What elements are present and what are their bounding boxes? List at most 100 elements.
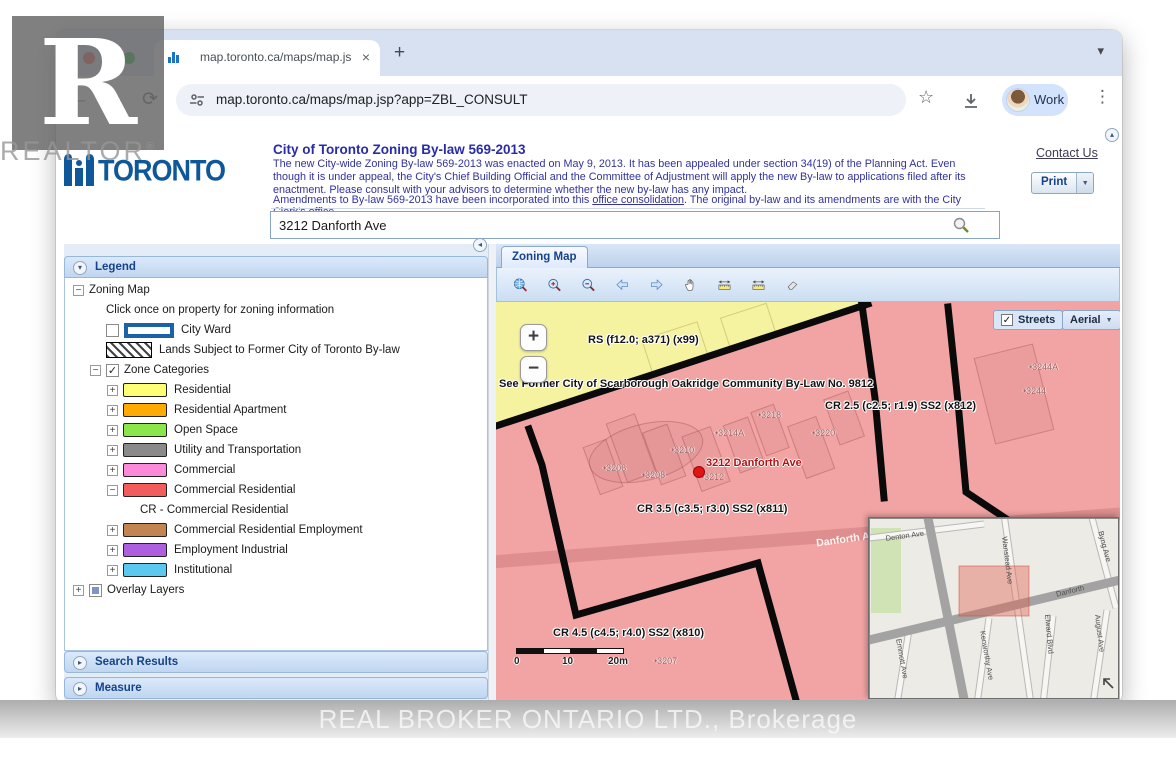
tree-item-open-space[interactable]: +Open Space <box>65 420 487 440</box>
layer-checkbox[interactable] <box>89 584 102 597</box>
map-canvas[interactable]: RS (f12.0; a371) (x99)See Former City of… <box>496 302 1120 700</box>
browser-tab-strip: map.toronto.ca/maps/map.jsp × + ▾ <box>56 30 1122 76</box>
tree-item-label: Utility and Transportation <box>174 444 301 456</box>
print-button[interactable]: Print ▼ <box>1031 172 1094 194</box>
tree-item-commercial-residential-employment[interactable]: +Commercial Residential Employment <box>65 520 487 540</box>
overview-inset-map[interactable]: Denton AveWanstead AveByng AveDanforthAu… <box>868 517 1119 699</box>
panel-expand-icon[interactable]: ▸ <box>73 656 87 670</box>
layer-checkbox[interactable]: ✓ <box>106 364 119 377</box>
previous-extent-button[interactable] <box>609 271 636 298</box>
search-input[interactable] <box>270 211 1000 239</box>
search-icon[interactable] <box>952 216 970 239</box>
profile-chip[interactable]: Work <box>1002 84 1068 116</box>
zone-label: CR 3.5 (c3.5; r3.0) SS2 (x811) <box>637 503 787 515</box>
browser-tab[interactable]: map.toronto.ca/maps/map.jsp × <box>154 40 380 76</box>
tree-item-employment-industrial[interactable]: +Employment Industrial <box>65 540 487 560</box>
streets-checkbox[interactable]: ✓ <box>1001 314 1013 326</box>
tree-item-label: Commercial Residential <box>174 484 295 496</box>
zoom-in-button[interactable] <box>541 271 568 298</box>
tree-item-label: Click once on property for zoning inform… <box>106 304 334 316</box>
parcel-label-3207: •3207 <box>654 656 677 666</box>
contact-us-link[interactable]: Contact Us <box>1036 146 1098 160</box>
next-extent-icon <box>649 273 664 297</box>
legend-collapse-icon[interactable]: ▾ <box>73 261 87 275</box>
inset-resize-icon[interactable] <box>1101 676 1115 695</box>
zone-color-swatch <box>123 523 167 537</box>
tree-item-commercial-residential[interactable]: − Commercial Residential <box>65 480 487 500</box>
tree-item-city-ward[interactable]: City Ward <box>65 320 487 340</box>
expand-node-icon[interactable]: + <box>107 545 118 556</box>
collapse-sidebar-button[interactable]: ◂ <box>473 238 487 252</box>
streets-toggle[interactable]: ✓ Streets <box>993 310 1063 330</box>
tab-zoning-map[interactable]: Zoning Map <box>501 246 588 268</box>
aerial-dropdown[interactable]: Aerial ▼ <box>1062 310 1120 330</box>
tree-item-label: Commercial <box>174 464 235 476</box>
new-tab-button[interactable]: + <box>394 42 405 64</box>
zone-color-swatch <box>123 403 167 417</box>
map-zoom-out-button[interactable]: − <box>520 356 547 383</box>
tree-item-cr-commercial-residential[interactable]: CR - Commercial Residential <box>65 500 487 520</box>
bookmark-star-icon[interactable]: ☆ <box>918 87 934 108</box>
tab-search-chevron-icon[interactable]: ▾ <box>1097 43 1104 59</box>
realtor-r-glyph: R <box>39 24 137 142</box>
expand-node-icon[interactable]: + <box>107 445 118 456</box>
expand-node-icon[interactable]: + <box>73 585 84 596</box>
clear-graphics-button[interactable] <box>779 271 806 298</box>
expand-node-icon[interactable]: + <box>107 425 118 436</box>
tree-item-click-once-on-property-for-zoning-information[interactable]: Click once on property for zoning inform… <box>65 300 487 320</box>
brokerage-text: REAL BROKER ONTARIO LTD., Brokerage <box>319 704 858 735</box>
amendments-prefix: Amendments to By-law 569-2013 have been … <box>273 194 592 206</box>
expand-node-icon[interactable]: + <box>107 405 118 416</box>
browser-toolbar: ← → ⟳ map.toronto.ca/maps/map.jsp?app=ZB… <box>56 76 1122 124</box>
panel-header-measure[interactable]: ▸Measure <box>64 677 488 699</box>
expand-node-icon[interactable]: + <box>107 465 118 476</box>
aerial-label: Aerial <box>1070 314 1101 326</box>
site-settings-icon[interactable] <box>188 91 206 114</box>
zone-label: See Former City of Scarborough Oakridge … <box>499 378 873 390</box>
tree-item-utility-and-transportation[interactable]: + Utility and Transportation <box>65 440 487 460</box>
zoom-out-button[interactable] <box>575 271 602 298</box>
tree-item-overlay-layers[interactable]: +Overlay Layers <box>65 580 487 600</box>
measure-area-button[interactable] <box>745 271 772 298</box>
tree-item-institutional[interactable]: + Institutional <box>65 560 487 580</box>
clear-graphics-icon <box>785 273 800 297</box>
measure-distance-button[interactable] <box>711 271 738 298</box>
panel-header-search-results[interactable]: ▸Search Results <box>64 651 488 673</box>
browser-menu-icon[interactable]: ⋮ <box>1094 87 1111 107</box>
tree-item-lands-subject-to-former-city-of-toronto-by-law[interactable]: Lands Subject to Former City of Toronto … <box>65 340 487 360</box>
expand-node-icon[interactable]: + <box>107 385 118 396</box>
tree-item-label: City Ward <box>181 324 231 336</box>
tree-item-residential-apartment[interactable]: +Residential Apartment <box>65 400 487 420</box>
sidebar-splitter[interactable] <box>488 244 496 700</box>
zone-color-swatch <box>123 483 167 497</box>
zoom-extent-button[interactable] <box>507 271 534 298</box>
collapse-node-icon[interactable]: − <box>73 285 84 296</box>
header-separator <box>271 208 985 209</box>
aerial-dropdown-icon: ▼ <box>1106 317 1113 324</box>
zone-color-swatch <box>123 443 167 457</box>
collapse-header-button[interactable]: ▴ <box>1105 128 1119 142</box>
address-bar[interactable]: map.toronto.ca/maps/map.jsp?app=ZBL_CONS… <box>176 84 906 116</box>
panel-expand-icon[interactable]: ▸ <box>73 682 87 696</box>
collapse-node-icon[interactable]: − <box>107 485 118 496</box>
tab-close-icon[interactable]: × <box>362 49 370 65</box>
tree-item-commercial[interactable]: + Commercial <box>65 460 487 480</box>
layer-checkbox[interactable] <box>106 324 119 337</box>
tree-item-zone-categories[interactable]: −✓Zone Categories <box>65 360 487 380</box>
expand-node-icon[interactable]: + <box>107 565 118 576</box>
tree-item-residential[interactable]: +Residential <box>65 380 487 400</box>
collapse-node-icon[interactable]: − <box>90 365 101 376</box>
download-icon[interactable] <box>961 91 981 116</box>
legend-panel-header[interactable]: ▾ Legend <box>64 256 488 278</box>
streets-label: Streets <box>1018 314 1055 326</box>
tree-item-label: Institutional <box>174 564 232 576</box>
next-extent-button[interactable] <box>643 271 670 298</box>
realtor-wordmark: REALTOR® <box>0 136 157 167</box>
expand-node-icon[interactable]: + <box>107 525 118 536</box>
tree-item-zoning-map[interactable]: −Zoning Map <box>65 280 487 300</box>
pan-button[interactable] <box>677 271 704 298</box>
zoom-out-icon <box>581 273 596 297</box>
office-consolidation-link[interactable]: office consolidation <box>592 194 684 206</box>
map-zoom-in-button[interactable]: + <box>520 324 547 351</box>
print-dropdown-icon[interactable]: ▼ <box>1076 173 1093 193</box>
